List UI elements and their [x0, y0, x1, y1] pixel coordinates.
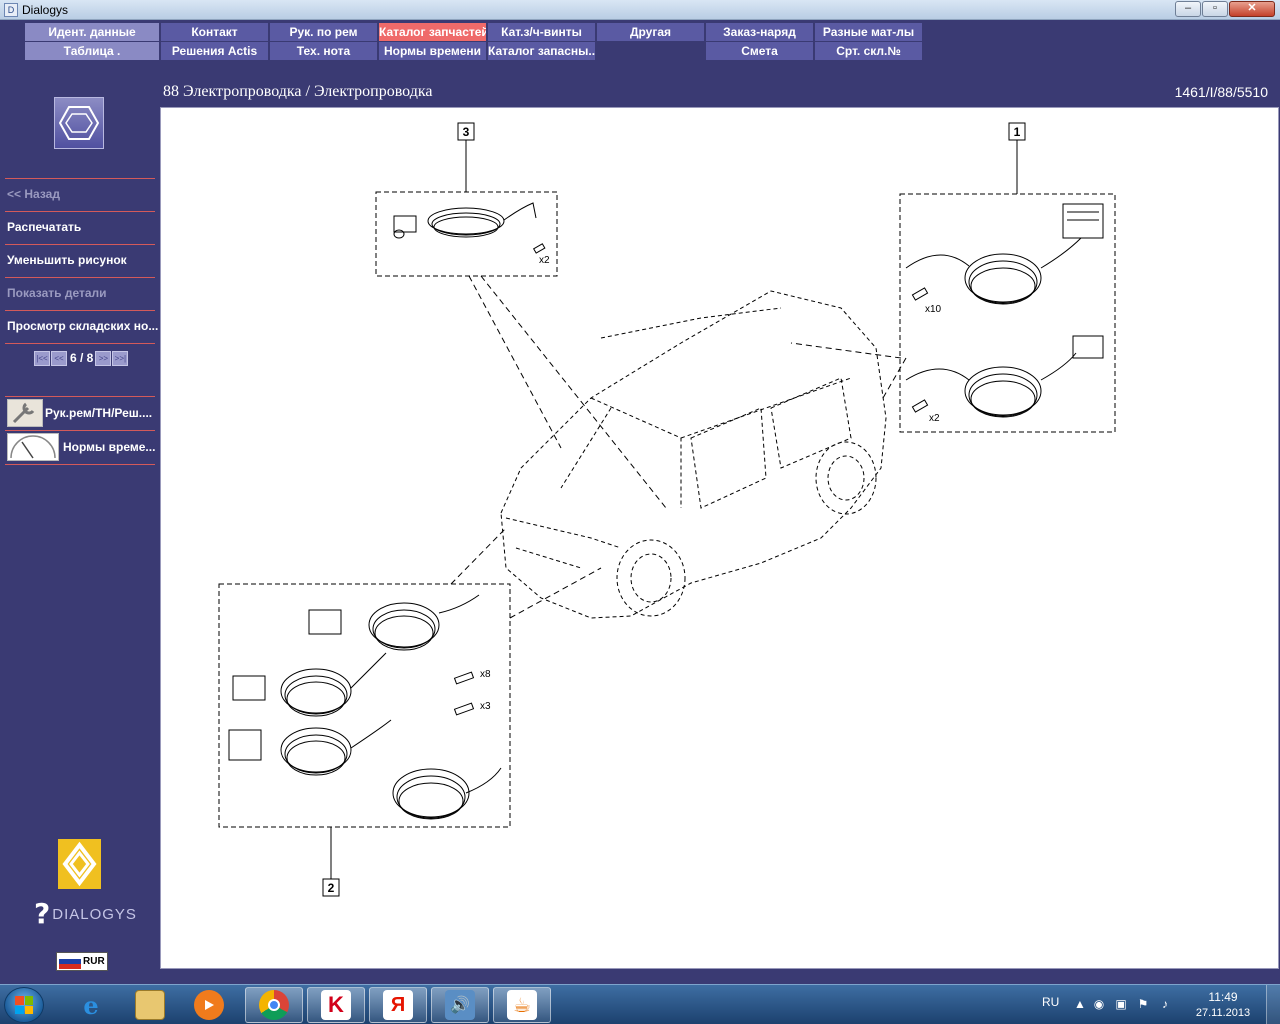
- callout-3: 3: [457, 122, 475, 141]
- taskbar-explorer[interactable]: [121, 987, 179, 1023]
- speedometer-icon: [7, 433, 59, 461]
- first-page-button[interactable]: |<<: [34, 350, 50, 366]
- sidebar-divider: [5, 277, 155, 278]
- back-link[interactable]: << Назад: [7, 187, 60, 201]
- menu-spare-parts-catalog[interactable]: Каталог запасны...: [488, 42, 595, 60]
- maximize-button[interactable]: ▫: [1202, 1, 1228, 17]
- start-button[interactable]: [4, 987, 44, 1023]
- sidebar-divider: [5, 178, 155, 179]
- chrome-icon: [259, 990, 289, 1020]
- exploded-diagram[interactable]: 3 1 2 x2 x10 x2 x8 x3: [160, 107, 1279, 969]
- network-icon[interactable]: ▣: [1114, 997, 1128, 1011]
- menu-other[interactable]: Другая: [597, 23, 704, 41]
- repair-manual-tool[interactable]: Рук.рем/ТН/Реш....: [7, 397, 155, 429]
- callout-1-label: 1: [1014, 125, 1021, 139]
- show-details-link[interactable]: Показать детали: [7, 286, 107, 300]
- sidebar-divider: [5, 244, 155, 245]
- qty-label-x3: x3: [480, 701, 491, 712]
- last-page-button[interactable]: >>|: [112, 350, 129, 366]
- qty-label-x10: x10: [925, 304, 942, 315]
- taskbar-kaspersky[interactable]: K: [307, 987, 365, 1023]
- callout-2-label: 2: [328, 881, 335, 895]
- dialogys-name: DIALOGYS: [52, 905, 137, 923]
- java-icon: ☕: [507, 990, 537, 1020]
- hex-nut-logo: [54, 97, 104, 149]
- document-reference: 1461/I/88/5510: [1174, 84, 1268, 100]
- qty-label-x8: x8: [480, 669, 491, 680]
- language-selector[interactable]: RUR: [56, 952, 108, 971]
- volume-icon[interactable]: ♪: [1158, 997, 1172, 1011]
- action-center-flag-icon[interactable]: ⚑: [1136, 997, 1150, 1011]
- window-titlebar: D Dialogys – ▫ ✕: [0, 0, 1280, 20]
- steam-icon[interactable]: ◉: [1092, 997, 1106, 1011]
- menu-stock-number[interactable]: Срт. скл.№: [815, 42, 922, 60]
- menu-contact[interactable]: Контакт: [161, 23, 268, 41]
- taskbar-java[interactable]: ☕: [493, 987, 551, 1023]
- keyboard-language[interactable]: RU: [1042, 995, 1059, 1009]
- qty-label-x2-a: x2: [539, 255, 550, 266]
- menu-parts-screws[interactable]: Кат.з/ч-винты: [488, 23, 595, 41]
- sidebar-divider: [5, 343, 155, 344]
- russia-flag-icon: [59, 954, 81, 969]
- taskbar-audio[interactable]: 🔊: [431, 987, 489, 1023]
- show-desktop-button[interactable]: [1266, 985, 1280, 1024]
- callout-3-label: 3: [463, 125, 470, 139]
- minimize-button[interactable]: –: [1175, 1, 1201, 17]
- wrench-icon: [7, 399, 43, 427]
- menu-actis-solutions[interactable]: Решения Actis: [161, 42, 268, 60]
- labor-times-tool-label: Нормы време...: [63, 440, 156, 454]
- clock-time[interactable]: 11:49: [1188, 990, 1258, 1004]
- callout-2: 2: [322, 878, 340, 897]
- page-indicator: 6 / 8: [70, 351, 94, 365]
- print-link[interactable]: Распечатать: [7, 220, 81, 234]
- yandex-icon: Я: [383, 990, 413, 1020]
- language-code: RUR: [83, 956, 105, 967]
- menu-labor-times[interactable]: Нормы времени: [379, 42, 486, 60]
- file-explorer-icon: [135, 990, 165, 1020]
- menu-work-order[interactable]: Заказ-наряд: [706, 23, 813, 41]
- zoom-out-link[interactable]: Уменьшить рисунок: [7, 253, 127, 267]
- window-title: Dialogys: [22, 3, 69, 17]
- windows-taskbar: e K Я 🔊 ☕ RU ▲ ◉ ▣ ⚑ ♪ 11:49 27.11.2013: [0, 984, 1280, 1024]
- media-player-icon: [194, 990, 224, 1020]
- app-icon: D: [4, 3, 18, 17]
- detail-box-2: [218, 583, 511, 828]
- callout-1: 1: [1008, 122, 1026, 141]
- internet-explorer-icon: e: [83, 990, 99, 1020]
- page-title: 88 Электропроводка / Электропроводка: [163, 83, 433, 100]
- close-button[interactable]: ✕: [1229, 1, 1275, 17]
- sidebar-divider: [5, 464, 155, 465]
- tray-expand-icon[interactable]: ▲: [1073, 997, 1087, 1011]
- qty-label-x2-b: x2: [929, 413, 940, 424]
- taskbar-ie[interactable]: e: [62, 987, 120, 1023]
- menu-estimate[interactable]: Смета: [706, 42, 813, 60]
- taskbar-yandex[interactable]: Я: [369, 987, 427, 1023]
- taskbar-chrome[interactable]: [245, 987, 303, 1023]
- hex-nut-icon: [59, 106, 99, 140]
- taskbar-media-player[interactable]: [180, 987, 238, 1023]
- kaspersky-icon: K: [321, 990, 351, 1020]
- clock-date[interactable]: 27.11.2013: [1188, 1007, 1258, 1019]
- wiring-diagram-svg: 3 1 2 x2 x10 x2 x8 x3: [218, 122, 1116, 897]
- menu-parts-catalog[interactable]: Каталог запчастей: [379, 23, 486, 41]
- pager: |<< << 6 / 8 >> >>|: [34, 350, 129, 366]
- dialogys-brand: ? DIALOGYS: [34, 900, 137, 928]
- menu-tech-note[interactable]: Тех. нота: [270, 42, 377, 60]
- menu-misc-materials[interactable]: Разные мат-лы: [815, 23, 922, 41]
- renault-logo: [58, 839, 101, 889]
- audio-icon: 🔊: [445, 990, 475, 1020]
- repair-manual-tool-label: Рук.рем/ТН/Реш....: [45, 406, 153, 420]
- sidebar-divider: [5, 211, 155, 212]
- menu-ident-data[interactable]: Идент. данные: [25, 23, 159, 41]
- vehicle-outline: [500, 290, 887, 619]
- menu-table[interactable]: Таблица .: [25, 42, 159, 60]
- prev-page-button[interactable]: <<: [51, 350, 67, 366]
- labor-times-tool[interactable]: Нормы време...: [7, 431, 155, 463]
- stock-view-link[interactable]: Просмотр складских но...: [7, 319, 158, 333]
- dialogys-symbol: ?: [34, 897, 51, 930]
- windows-logo-icon: [15, 996, 33, 1014]
- next-page-button[interactable]: >>: [95, 350, 112, 366]
- sidebar-divider: [5, 310, 155, 311]
- menu-repair-manual[interactable]: Рук. по рем: [270, 23, 377, 41]
